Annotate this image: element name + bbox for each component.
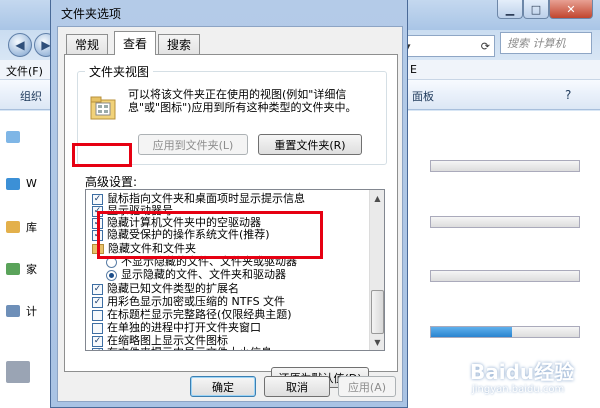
folder-options-dialog: 文件夹选项 常规 查看 搜索 可以将该文件夹正在使用的视图(例如"详细信息"或"… xyxy=(50,0,408,408)
tab-general[interactable]: 常规 xyxy=(66,34,109,54)
control-panel-button[interactable]: 面板 xyxy=(412,88,434,104)
folder-view-description: 可以将该文件夹正在使用的视图(例如"详细信息"或"图标")应用到所有这种类型的文… xyxy=(128,88,357,114)
drive-usage-bar xyxy=(430,326,580,338)
monitor-icon xyxy=(6,131,20,143)
nav-item[interactable]: 计 xyxy=(6,303,37,319)
search-placeholder: 搜索 计算机 xyxy=(507,37,566,50)
radio-button[interactable] xyxy=(106,269,117,281)
back-arrow-icon: ◀ xyxy=(15,38,25,52)
apply-button[interactable]: 应用(A) xyxy=(338,376,396,397)
library-icon xyxy=(6,221,20,233)
drive-usage-bar xyxy=(430,270,580,282)
checkbox[interactable] xyxy=(92,309,103,321)
settings-option-label: 鼠标指向文件夹和桌面项时显示提示信息 xyxy=(107,192,305,205)
highlight-box-hidden-files xyxy=(97,211,323,259)
highlight-box-advanced-label xyxy=(72,143,132,167)
cancel-button[interactable]: 取消 xyxy=(264,376,330,397)
close-button[interactable]: ✕ xyxy=(549,0,593,19)
checkbox[interactable]: ✓ xyxy=(92,335,103,347)
checkbox[interactable] xyxy=(92,322,103,334)
checkbox[interactable]: ✓ xyxy=(92,193,103,205)
refresh-icon[interactable]: ⟳ xyxy=(481,40,490,53)
nav-item[interactable]: 家 xyxy=(6,261,37,277)
minimize-icon: ▁ xyxy=(505,2,515,16)
apply-to-folders-button[interactable]: 应用到文件夹(L) xyxy=(138,134,248,155)
back-button[interactable]: ◀ xyxy=(8,33,32,57)
settings-option[interactable]: ✓ 在缩略图上显示文件图标 xyxy=(92,335,228,347)
radio-selected-dot xyxy=(109,272,114,278)
drive-usage-bar xyxy=(430,160,580,172)
checkbox[interactable]: ✓ xyxy=(92,296,103,308)
help-icon[interactable]: ? xyxy=(565,88,571,102)
nav-item-label: 库 xyxy=(26,221,37,234)
settings-option-label: 在单独的进程中打开文件夹窗口 xyxy=(107,321,261,334)
dialog-title: 文件夹选项 xyxy=(61,7,122,21)
settings-option-label: 在标题栏显示完整路径(仅限经典主题) xyxy=(107,308,292,321)
close-icon: ✕ xyxy=(566,2,576,16)
network-icon xyxy=(6,177,20,190)
folder-view-icon xyxy=(90,96,116,120)
ok-button[interactable]: 确定 xyxy=(190,376,256,397)
settings-scrollbar[interactable]: ▲ ▼ xyxy=(369,190,384,350)
settings-option[interactable]: ✓ 隐藏已知文件类型的扩展名 xyxy=(92,283,239,295)
settings-option[interactable]: 在单独的进程中打开文件夹窗口 xyxy=(92,322,261,334)
settings-option-label: 用彩色显示加密或压缩的 NTFS 文件 xyxy=(107,295,286,308)
organize-button[interactable]: 组织 xyxy=(20,88,42,104)
menu-edit[interactable]: E xyxy=(410,63,417,76)
checkbox[interactable]: ✓ xyxy=(92,283,103,295)
homegroup-icon xyxy=(6,263,20,275)
address-bar-controls: ▾ ⟳ xyxy=(400,35,495,57)
nav-item-label: 计 xyxy=(26,305,37,318)
scroll-up-icon[interactable]: ▲ xyxy=(371,191,384,205)
settings-option-label: 隐藏已知文件类型的扩展名 xyxy=(107,282,239,295)
advanced-settings-label: 高级设置: xyxy=(85,175,138,189)
maximize-button[interactable]: □ xyxy=(523,0,549,19)
nav-item-label: W xyxy=(26,177,37,190)
scroll-thumb[interactable] xyxy=(371,290,384,334)
folder-view-group-title: 文件夹视图 xyxy=(85,63,154,80)
settings-option[interactable]: ✓ 用彩色显示加密或压缩的 NTFS 文件 xyxy=(92,296,285,308)
checkbox[interactable]: ✓ xyxy=(92,347,103,350)
nav-item[interactable]: W xyxy=(6,177,37,190)
computer-icon xyxy=(6,305,20,317)
settings-option-label: 在缩略图上显示文件图标 xyxy=(107,334,228,347)
search-input[interactable]: 搜索 计算机 xyxy=(500,32,592,54)
tab-view[interactable]: 查看 xyxy=(114,31,157,55)
minimize-button[interactable]: ▁ xyxy=(497,0,523,19)
drive-usage-fill xyxy=(431,327,513,337)
maximize-icon: □ xyxy=(530,2,542,16)
reset-folders-button[interactable]: 重置文件夹(R) xyxy=(258,134,362,155)
nav-item-label: 家 xyxy=(26,263,37,276)
watermark-url: jingyan.baidu.com xyxy=(472,384,565,395)
watermark-logo: Baidu经验 xyxy=(470,360,575,384)
menu-file[interactable]: 文件(F) xyxy=(6,63,43,79)
settings-option-label: 在文件夹提示中显示文件大小信息 xyxy=(107,347,272,351)
nav-item[interactable]: 库 xyxy=(6,219,37,235)
settings-option-label: 显示隐藏的文件、文件夹和驱动器 xyxy=(121,268,286,281)
settings-option[interactable]: ✓ 在文件夹提示中显示文件大小信息 xyxy=(92,347,272,351)
settings-option[interactable]: 在标题栏显示完整路径(仅限经典主题) xyxy=(92,309,292,321)
settings-option[interactable]: 显示隐藏的文件、文件夹和驱动器 xyxy=(106,269,286,281)
nav-item[interactable] xyxy=(6,361,30,383)
drive-usage-bar xyxy=(430,216,580,228)
tab-search[interactable]: 搜索 xyxy=(158,34,201,54)
scroll-down-icon[interactable]: ▼ xyxy=(371,335,384,349)
settings-option[interactable]: ✓ 鼠标指向文件夹和桌面项时显示提示信息 xyxy=(92,193,305,205)
nav-item[interactable] xyxy=(6,131,20,143)
computer-large-icon xyxy=(6,361,30,383)
